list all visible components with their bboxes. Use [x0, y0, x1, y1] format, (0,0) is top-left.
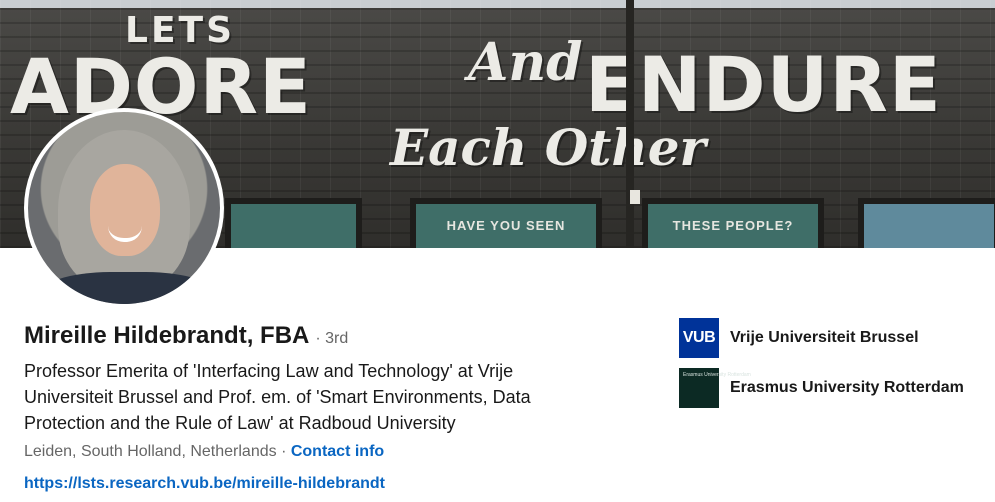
profile-headline: Professor Emerita of 'Interfacing Law an…: [24, 361, 531, 433]
profile-name-row: Mireille Hildebrandt, FBA · 3rd: [24, 322, 348, 350]
organization-name: Erasmus University Rotterdam: [730, 379, 964, 396]
avatar-face: [90, 164, 160, 256]
banner-window: HAVE YOU SEEN: [410, 198, 602, 248]
location-row: Leiden, South Holland, Netherlands · Con…: [24, 443, 384, 461]
window-text: THESE PEOPLE?: [672, 218, 794, 233]
website-link[interactable]: https://lsts.research.vub.be/mireille-hi…: [24, 475, 385, 493]
avatar-shirt: [38, 272, 218, 304]
organization-name: Vrije Universiteit Brussel: [730, 329, 919, 346]
mural-text-and: And: [468, 32, 583, 93]
profile-avatar[interactable]: [24, 108, 224, 308]
eur-logo: Erasmus University Rotterdam: [679, 368, 751, 408]
banner-window: [858, 198, 995, 248]
organization-item-eur[interactable]: Erasmus University Rotterdam Erasmus Uni…: [679, 368, 964, 408]
mural-text-endure: ENDURE: [585, 40, 942, 129]
contact-info-link[interactable]: Contact info: [291, 443, 384, 460]
banner-pole: [626, 0, 634, 248]
banner-window: [225, 198, 362, 248]
vub-logo: VUB: [679, 318, 719, 358]
window-text: HAVE YOU SEEN: [446, 218, 566, 233]
profile-location: Leiden, South Holland, Netherlands: [24, 443, 277, 460]
profile-name: Mireille Hildebrandt, FBA: [24, 322, 310, 349]
connection-degree: · 3rd: [315, 330, 349, 347]
mural-text-each-other: Each Other: [390, 118, 706, 177]
location-separator: ·: [276, 443, 291, 460]
banner-window: THESE PEOPLE?: [642, 198, 824, 248]
organization-item-vub[interactable]: VUB Vrije Universiteit Brussel: [679, 318, 919, 358]
banner-sign: [630, 190, 640, 204]
